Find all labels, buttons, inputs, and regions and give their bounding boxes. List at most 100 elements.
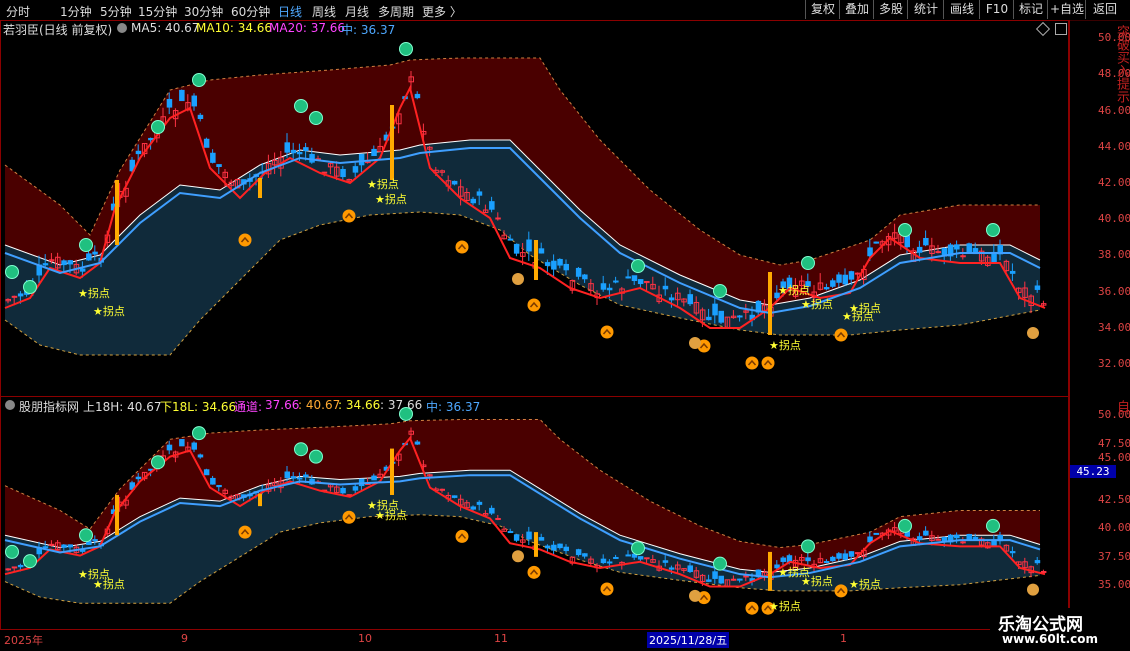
tab-1min[interactable]: 1分钟 [60, 3, 92, 20]
sell-signal-icon [294, 99, 308, 113]
candle-body [495, 217, 501, 220]
candle-body-lower [823, 561, 830, 564]
money-bag-icon-lower [689, 589, 701, 602]
multi-stock-button[interactable]: 多股 [873, 0, 908, 19]
overlay-button[interactable]: 叠加 [839, 0, 874, 19]
candle-body-lower [997, 534, 1003, 542]
tab-monthly[interactable]: 月线 [345, 3, 369, 20]
tab-30min[interactable]: 30分钟 [184, 3, 223, 20]
lower-panel-frame [0, 396, 1070, 630]
candle-body [24, 284, 30, 295]
candle-body-lower [557, 543, 563, 549]
candle-body-lower [110, 509, 117, 514]
draw-line-button[interactable]: 画线 [943, 0, 980, 19]
candle-body-lower [706, 579, 712, 582]
collapse-icon[interactable] [117, 23, 127, 33]
candle-body-lower [439, 488, 445, 491]
candle-body [439, 170, 445, 173]
money-bag-icon-lower [1027, 583, 1039, 596]
indicator-label: 股朋指标网 [19, 400, 80, 414]
candle-body-lower [476, 501, 483, 505]
breakout-bar-lower [534, 532, 538, 557]
tab-60min[interactable]: 60分钟 [231, 3, 270, 20]
chevron-up-icon [240, 236, 250, 243]
candle-body-lower [619, 561, 625, 566]
candle-body-lower [228, 495, 235, 499]
candle-body [1034, 285, 1041, 290]
middle-band-line [4, 139, 1041, 306]
buy-signal-icon-lower [527, 565, 541, 579]
candle-body-lower [73, 546, 80, 553]
candle-body-lower [247, 493, 253, 497]
candle-body [718, 310, 724, 323]
candle-body-lower [11, 566, 18, 569]
breakout-bar [768, 272, 772, 335]
candle-body-lower [92, 539, 98, 542]
sell-signal-icon [5, 265, 19, 279]
mark-button[interactable]: 标记 [1013, 0, 1048, 19]
tab-weekly[interactable]: 周线 [312, 3, 336, 20]
candle-body [346, 179, 352, 182]
adjust-button[interactable]: 复权 [805, 0, 840, 19]
statistics-button[interactable]: 统计 [907, 0, 944, 19]
candle-body [216, 164, 222, 167]
y-tick-lower: 42.50 [1098, 493, 1130, 506]
buy-signal-icon [527, 298, 541, 312]
candle-body-lower [433, 488, 439, 491]
candle-body-lower [699, 574, 706, 583]
tab-multi-period[interactable]: 多周期 [378, 3, 414, 20]
money-bag-icon-lower [512, 550, 524, 563]
upper-band-value: 上18H: 40.67 [83, 400, 162, 414]
candle-body [817, 282, 824, 290]
price-chart[interactable] [0, 0, 1130, 650]
candle-body [1022, 287, 1028, 298]
candle-body [644, 281, 650, 284]
channel-label: 通道: [234, 400, 263, 414]
collapse-icon-lower[interactable] [5, 400, 15, 410]
candle-body-lower [36, 547, 42, 555]
date-axis [0, 629, 1068, 651]
candle-body-lower [805, 557, 811, 562]
candle-body [48, 259, 55, 262]
chevron-up-icon-lower [747, 605, 757, 611]
candle-body-lower [668, 567, 675, 570]
tab-5min[interactable]: 5分钟 [100, 3, 132, 20]
candle-body-lower [923, 530, 929, 536]
sell-signal-icon-lower [294, 442, 308, 457]
tab-fenshi[interactable]: 分时 [6, 3, 30, 20]
add-watchlist-button[interactable]: +自选 [1047, 0, 1086, 19]
candle-body [631, 275, 638, 282]
candle-body [749, 314, 755, 321]
candle-body-lower [334, 486, 340, 494]
ma5-value: MA5: 40.67 [131, 21, 200, 35]
candle-body-lower [48, 543, 55, 546]
candle-body-lower [154, 463, 160, 470]
candle-body-lower [737, 578, 743, 581]
candle-body-lower [123, 499, 129, 506]
candle-body-lower [885, 529, 892, 536]
candle-body-lower [210, 477, 216, 485]
side-text-upper: 突破买入提示 [1116, 25, 1129, 103]
tab-more[interactable]: 更多 〉 [422, 3, 462, 20]
diamond-icon[interactable] [1035, 21, 1051, 37]
sell-signal-icon-lower [801, 539, 815, 554]
maximize-icon[interactable] [1055, 23, 1067, 35]
chevron-up-icon-lower [457, 533, 467, 539]
candle-body-lower [904, 529, 910, 537]
candle-body-lower [160, 455, 166, 461]
candle-body-lower [724, 579, 731, 588]
f10-button[interactable]: F10 [979, 0, 1014, 19]
candle-body-lower [321, 489, 328, 492]
tab-daily[interactable]: 日线 [278, 3, 302, 20]
back-button[interactable]: 返回 [1085, 0, 1124, 19]
sell-signal-icon-lower [151, 455, 165, 470]
candle-body [613, 280, 619, 283]
candle-body-lower [675, 564, 681, 570]
candle-body [61, 260, 67, 266]
candle-body [296, 151, 303, 155]
tab-15min[interactable]: 15分钟 [138, 3, 177, 20]
candle-body-lower [30, 558, 36, 565]
ma-red-line-lower [4, 436, 1046, 588]
candle-body-lower [507, 531, 514, 534]
candle-body [743, 310, 749, 313]
